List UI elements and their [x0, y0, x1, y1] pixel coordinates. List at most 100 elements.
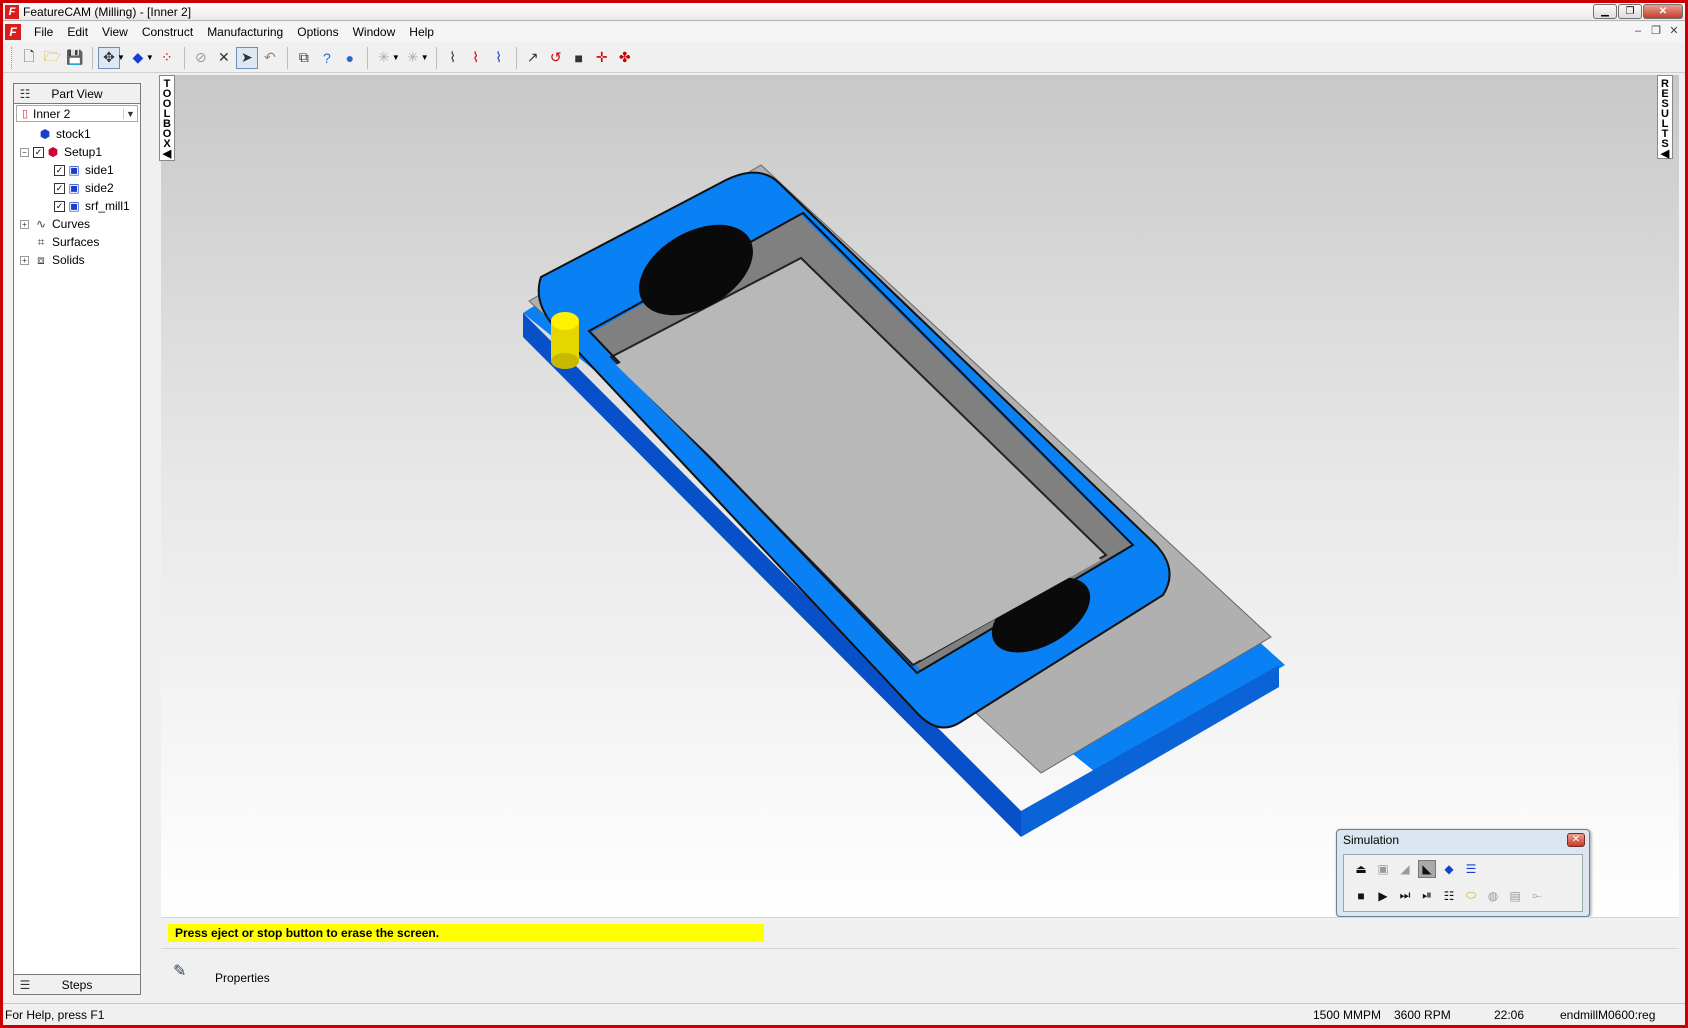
delete-icon[interactable]: ✕ [213, 47, 235, 69]
message-bar: Press eject or stop button to erase the … [161, 917, 1679, 947]
tree-item-feature[interactable]: ✓ ▣ side2 [14, 179, 140, 197]
results-tab[interactable]: R E S U L T S ◀ [1657, 75, 1673, 160]
color-points-icon[interactable]: ⁘ [156, 47, 178, 69]
steps-label: Steps [61, 977, 93, 992]
menu-view[interactable]: View [95, 22, 135, 42]
feature-side-icon: ▣ [68, 163, 80, 177]
graphics-viewport[interactable] [161, 75, 1679, 917]
tree-item-label: Setup1 [64, 145, 103, 159]
expand-icon[interactable]: + [20, 255, 29, 265]
cutting-tool-top [551, 312, 579, 330]
simulate-path-icon[interactable]: ↗ [522, 47, 544, 69]
step-forward-icon[interactable]: ⏯ [1418, 887, 1436, 905]
chevron-down-icon[interactable]: ▼ [421, 53, 429, 62]
toolbar-separator [286, 46, 288, 69]
stock-block-icon[interactable]: ■ [568, 47, 590, 69]
chevron-down-icon[interactable]: ▼ [123, 108, 137, 119]
collapse-icon[interactable]: − [20, 147, 29, 157]
toolbox-tab[interactable]: T O O L B O X ◀ [159, 75, 175, 161]
lasso-select-icon[interactable]: ↶ [259, 47, 281, 69]
close-button[interactable]: ✕ [1643, 4, 1683, 19]
play-icon[interactable]: ▶ [1374, 887, 1392, 905]
restore-button[interactable]: ❐ [1618, 4, 1642, 19]
simulation-title[interactable]: Simulation [1337, 830, 1589, 850]
properties-label[interactable]: Properties [215, 971, 270, 985]
whats-this-icon[interactable]: ? [316, 47, 338, 69]
chevron-down-icon[interactable]: ▼ [146, 53, 154, 62]
chevron-down-icon[interactable]: ▼ [117, 53, 125, 62]
step-options-icon[interactable]: ☷ [1440, 887, 1458, 905]
toolpath-red-icon[interactable]: ⌇ [465, 47, 487, 69]
tree-item-solids[interactable]: + ⧈ Solids [14, 251, 140, 269]
properties-icon[interactable]: ✎ [173, 961, 195, 981]
fast-forward-icon[interactable]: ⏭ [1396, 887, 1414, 905]
globe-icon[interactable]: ◍ [1484, 887, 1502, 905]
feature-surface-mill-icon: ▣ [68, 199, 80, 213]
undo-icon[interactable]: ⊘ [190, 47, 212, 69]
help-icon[interactable]: ● [339, 47, 361, 69]
tree-item-setup[interactable]: − ✓ ⬢ Setup1 [14, 143, 140, 161]
toolbar-grip[interactable] [11, 46, 14, 69]
setup-checkbox[interactable]: ✓ [33, 146, 44, 158]
save-icon[interactable]: 💾 [64, 47, 86, 69]
document-icon[interactable]: F [5, 24, 21, 40]
new-file-icon[interactable]: 🗋 [18, 47, 40, 69]
part-model [523, 164, 1285, 837]
tree-item-label: side1 [85, 163, 114, 177]
tree-item-curves[interactable]: + ∿ Curves [14, 215, 140, 233]
feature-checkbox[interactable]: ✓ [54, 200, 65, 212]
menu-construct[interactable]: Construct [135, 22, 200, 42]
current-tool: endmillM0600:reg [1560, 1008, 1656, 1022]
graph-icon[interactable]: ▤ [1506, 887, 1524, 905]
toolpath-icon[interactable]: ⌇ [442, 47, 464, 69]
axes-icon[interactable]: ✛ [591, 47, 613, 69]
menu-options[interactable]: Options [290, 22, 345, 42]
menu-edit[interactable]: Edit [60, 22, 95, 42]
spindle-speed: 3600 RPM [1394, 1008, 1451, 1022]
featurecam-logo-icon: F [5, 4, 19, 19]
tree-item-label: Curves [52, 217, 91, 231]
tree-item-stock[interactable]: ⬢ stock1 [14, 125, 140, 143]
open-folder-icon[interactable]: 🗁 [41, 47, 63, 69]
select-pointer-icon[interactable]: ➤ [235, 46, 258, 69]
menu-manufacturing[interactable]: Manufacturing [200, 22, 290, 42]
shaded-sim-icon[interactable]: ◆ [1440, 860, 1458, 878]
feature-checkbox[interactable]: ✓ [54, 182, 65, 194]
simulate-3d-icon[interactable]: ↺ [545, 47, 567, 69]
3d-sim-icon[interactable]: ◣ [1418, 859, 1436, 878]
toolpath-blue-icon[interactable]: ⌇ [488, 47, 510, 69]
copy-view-icon[interactable]: ⧉ [293, 47, 315, 69]
menu-help[interactable]: Help [402, 22, 441, 42]
fixture-icon[interactable]: ✤ [614, 47, 636, 69]
eraser-icon[interactable]: ⬭ [1462, 887, 1480, 905]
document-select-value: Inner 2 [33, 106, 71, 121]
mdi-restore-button[interactable]: ❐ [1649, 24, 1663, 38]
status-message: Press eject or stop button to erase the … [168, 924, 764, 942]
chevron-down-icon[interactable]: ▼ [392, 53, 400, 62]
2d-sim-icon[interactable]: ◢ [1396, 860, 1414, 878]
centerline-icon[interactable]: ▣ [1374, 860, 1392, 878]
tab-steps[interactable]: ☰ Steps [14, 974, 140, 994]
main-toolbar: 🗋 🗁 💾 ✥ ▼ ◆ ▼ ⁘ ⊘ ✕ ➤ ↶ ⧉ ? ● ✳ ▼ ✳ ▼ ⌇ … [3, 43, 1685, 73]
document-select[interactable]: ▯ Inner 2 ▼ [16, 105, 138, 122]
menu-window[interactable]: Window [346, 22, 403, 42]
tree-item-label: Solids [52, 253, 85, 267]
minimize-button[interactable]: ▁ [1593, 4, 1617, 19]
tab-part-view[interactable]: ☷ Part View [14, 84, 140, 104]
tree-item-feature[interactable]: ✓ ▣ srf_mill1 [14, 197, 140, 215]
speed-slider-icon[interactable]: ⟜ [1528, 887, 1546, 905]
simulation-close-button[interactable]: ✕ [1567, 833, 1585, 847]
stop-icon[interactable]: ■ [1352, 887, 1370, 905]
feature-checkbox[interactable]: ✓ [54, 164, 65, 176]
title-bar[interactable]: F FeatureCAM (Milling) - [Inner 2] ▁ ❐ ✕ [3, 3, 1685, 21]
tree-item-feature[interactable]: ✓ ▣ side1 [14, 161, 140, 179]
eject-icon[interactable]: ⏏ [1352, 860, 1370, 878]
tree-item-surfaces[interactable]: ⌗ Surfaces [14, 233, 140, 251]
expand-icon[interactable]: + [20, 219, 29, 229]
part-view-label: Part View [51, 86, 103, 101]
menu-file[interactable]: File [27, 22, 60, 42]
mdi-close-button[interactable]: ✕ [1667, 24, 1681, 38]
feature-side-icon: ▣ [68, 181, 80, 195]
mdi-minimize-button[interactable]: – [1631, 24, 1645, 38]
toolpath-list-icon[interactable]: ☰ [1462, 860, 1480, 878]
